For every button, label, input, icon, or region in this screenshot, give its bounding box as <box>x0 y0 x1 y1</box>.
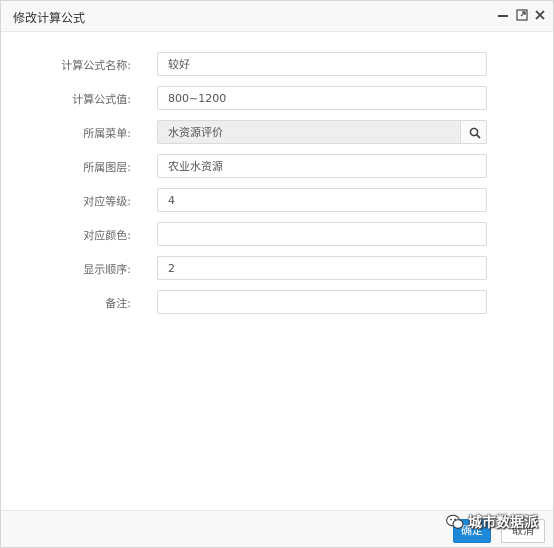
order-label: 显示顺序: <box>83 263 131 276</box>
maximize-icon[interactable] <box>515 8 529 22</box>
remark-label: 备注: <box>105 297 131 310</box>
dialog-title: 修改计算公式 <box>13 11 86 25</box>
form-row-color: 对应颜色: <box>1 222 553 246</box>
form-row-order: 显示顺序: <box>1 256 553 280</box>
ok-button[interactable]: 确定 <box>453 519 491 543</box>
layer-label: 所属图层: <box>83 161 131 174</box>
color-label: 对应颜色: <box>83 229 131 242</box>
color-input[interactable] <box>157 222 487 246</box>
order-input[interactable] <box>157 256 487 280</box>
form-row-name: 计算公式名称: <box>1 52 553 76</box>
dialog-footer: 确定 取消 <box>1 510 553 547</box>
minimize-icon[interactable] <box>496 8 510 22</box>
formula-name-label: 计算公式名称: <box>61 59 131 72</box>
cancel-button[interactable]: 取消 <box>501 519 545 543</box>
edit-formula-dialog: 修改计算公式 计算公式名称: 计算公式值: 所属菜单: <box>0 0 554 548</box>
formula-value-input[interactable] <box>157 86 487 110</box>
form-row-formula: 计算公式值: <box>1 86 553 110</box>
menu-label: 所属菜单: <box>83 127 131 140</box>
formula-value-label: 计算公式值: <box>72 93 131 106</box>
form-row-menu: 所属菜单: <box>1 120 553 144</box>
form-row-layer: 所属图层: <box>1 154 553 178</box>
layer-input[interactable] <box>157 154 487 178</box>
menu-input[interactable] <box>157 120 461 144</box>
close-icon[interactable] <box>533 8 547 22</box>
form-row-remark: 备注: <box>1 290 553 314</box>
search-icon <box>469 127 481 139</box>
remark-input[interactable] <box>157 290 487 314</box>
dialog-titlebar: 修改计算公式 <box>1 1 553 32</box>
level-input[interactable] <box>157 188 487 212</box>
level-label: 对应等级: <box>83 195 131 208</box>
formula-name-input[interactable] <box>157 52 487 76</box>
menu-search-button[interactable] <box>460 120 487 144</box>
form-row-level: 对应等级: <box>1 188 553 212</box>
